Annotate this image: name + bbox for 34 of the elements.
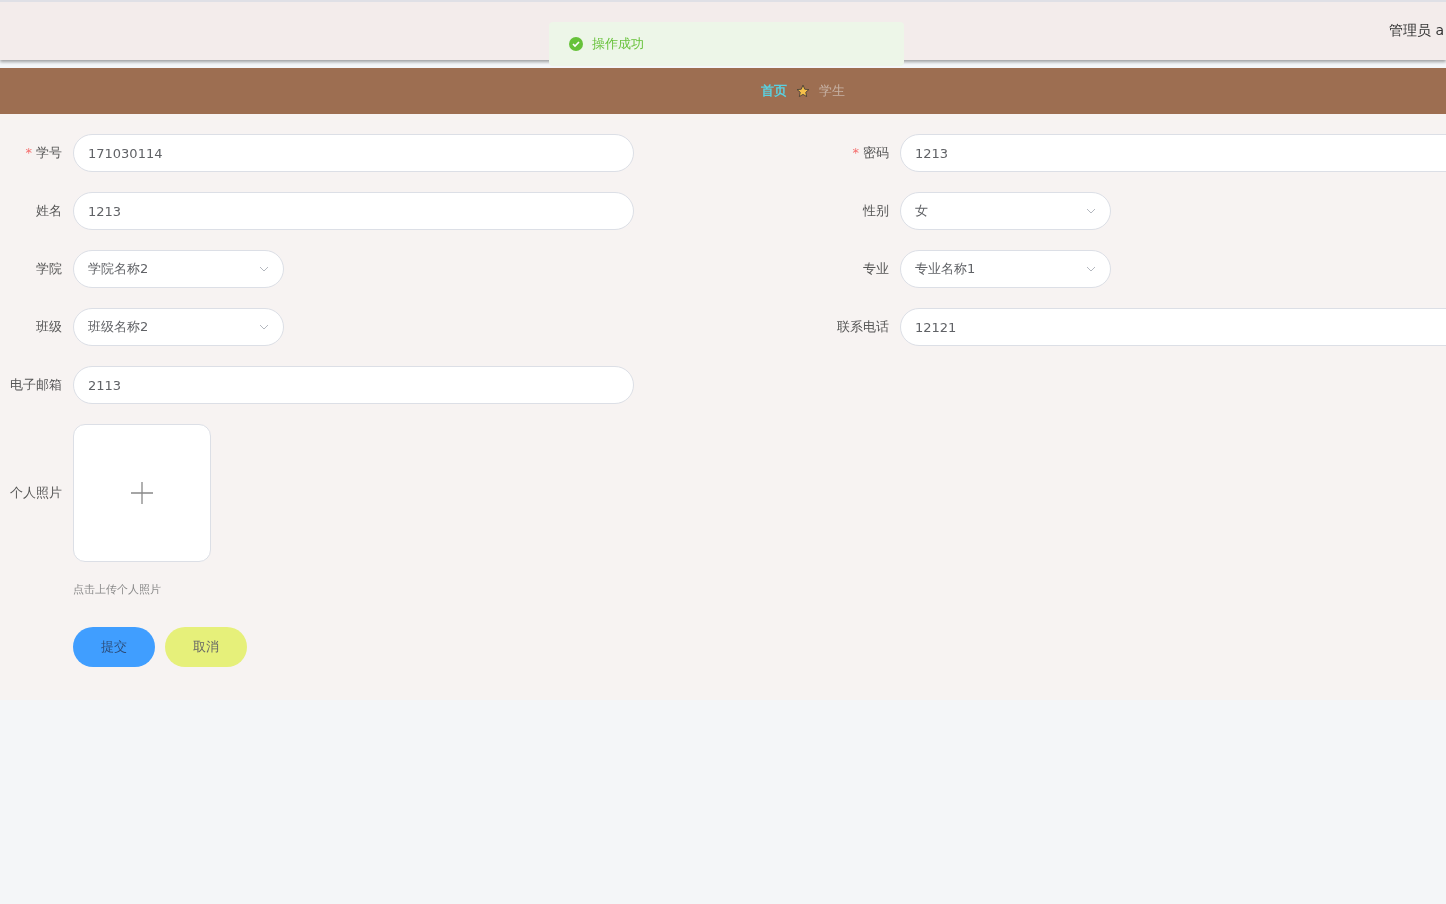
chevron-down-icon bbox=[259, 324, 269, 330]
field-label: * 密码 bbox=[851, 144, 889, 162]
select-field[interactable]: 女 bbox=[900, 192, 1111, 230]
user-name[interactable]: 管理员 a bbox=[1388, 22, 1444, 40]
field-label: * 学号 bbox=[24, 144, 62, 162]
field-label: 电子邮箱 bbox=[9, 376, 62, 394]
input-field[interactable]: 171030114 bbox=[73, 134, 634, 172]
field-label: 姓名 bbox=[35, 202, 62, 220]
toast-message: 操作成功 bbox=[592, 35, 644, 53]
input-field[interactable]: 2113 bbox=[73, 366, 634, 404]
field-label: 性别 bbox=[862, 202, 889, 220]
input-field[interactable]: 12121 bbox=[900, 308, 1446, 346]
photo-upload[interactable] bbox=[73, 424, 211, 562]
required-mark: * bbox=[852, 145, 859, 160]
select-field[interactable]: 专业名称1 bbox=[900, 250, 1111, 288]
plus-icon bbox=[131, 482, 153, 504]
check-circle-icon bbox=[569, 37, 583, 51]
input-field[interactable]: 1213 bbox=[900, 134, 1446, 172]
field-label: 个人照片 bbox=[9, 484, 62, 502]
chevron-down-icon bbox=[259, 266, 269, 272]
field-label: 专业 bbox=[862, 260, 889, 278]
chevron-down-icon bbox=[1086, 208, 1096, 214]
star-icon bbox=[796, 84, 810, 98]
submit-button[interactable]: 提交 bbox=[73, 627, 155, 667]
upload-hint: 点击上传个人照片 bbox=[73, 582, 162, 597]
select-field[interactable]: 班级名称2 bbox=[73, 308, 284, 346]
select-field[interactable]: 学院名称2 bbox=[73, 250, 284, 288]
field-label: 班级 bbox=[35, 318, 62, 336]
field-label: 学院 bbox=[35, 260, 62, 278]
field-label: 联系电话 bbox=[836, 318, 889, 336]
input-field[interactable]: 1213 bbox=[73, 192, 634, 230]
chevron-down-icon bbox=[1086, 266, 1096, 272]
required-mark: * bbox=[25, 145, 32, 160]
cancel-button[interactable]: 取消 bbox=[165, 627, 247, 667]
